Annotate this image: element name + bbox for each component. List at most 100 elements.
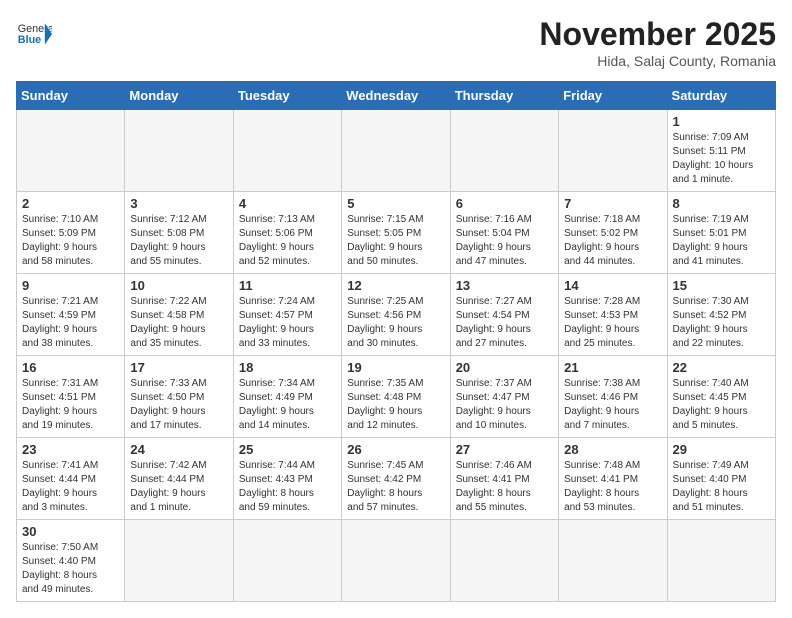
calendar-cell: 7 Sunrise: 7:18 AM Sunset: 5:02 PM Daylig… (559, 192, 667, 274)
svg-text:Blue: Blue (18, 34, 41, 46)
day-number: 9 (22, 278, 119, 293)
calendar-cell: 27 Sunrise: 7:46 AM Sunset: 4:41 PM Dayli… (450, 438, 558, 520)
day-info: Sunrise: 7:19 AM Sunset: 5:01 PM Dayligh… (673, 213, 770, 269)
day-info: Sunrise: 7:34 AM Sunset: 4:49 PM Dayligh… (239, 377, 336, 433)
day-info: Sunrise: 7:28 AM Sunset: 4:53 PM Dayligh… (564, 295, 661, 351)
day-number: 15 (673, 278, 770, 293)
calendar-cell: 14 Sunrise: 7:28 AM Sunset: 4:53 PM Dayli… (559, 274, 667, 356)
calendar-cell: 9 Sunrise: 7:21 AM Sunset: 4:59 PM Daylig… (17, 274, 125, 356)
calendar-week-2: 2 Sunrise: 7:10 AM Sunset: 5:09 PM Daylig… (17, 192, 776, 274)
day-number: 21 (564, 360, 661, 375)
calendar-cell: 17 Sunrise: 7:33 AM Sunset: 4:50 PM Dayli… (125, 356, 233, 438)
calendar-cell: 2 Sunrise: 7:10 AM Sunset: 5:09 PM Daylig… (17, 192, 125, 274)
calendar-cell: 16 Sunrise: 7:31 AM Sunset: 4:51 PM Dayli… (17, 356, 125, 438)
day-info: Sunrise: 7:25 AM Sunset: 4:56 PM Dayligh… (347, 295, 444, 351)
calendar-cell (559, 110, 667, 192)
calendar-cell: 25 Sunrise: 7:44 AM Sunset: 4:43 PM Dayli… (233, 438, 341, 520)
day-info: Sunrise: 7:30 AM Sunset: 4:52 PM Dayligh… (673, 295, 770, 351)
day-info: Sunrise: 7:16 AM Sunset: 5:04 PM Dayligh… (456, 213, 553, 269)
calendar-cell (450, 110, 558, 192)
day-number: 22 (673, 360, 770, 375)
day-info: Sunrise: 7:21 AM Sunset: 4:59 PM Dayligh… (22, 295, 119, 351)
day-number: 30 (22, 524, 119, 539)
calendar-cell (233, 110, 341, 192)
calendar-cell (450, 520, 558, 602)
day-info: Sunrise: 7:42 AM Sunset: 4:44 PM Dayligh… (130, 459, 227, 515)
calendar-cell: 6 Sunrise: 7:16 AM Sunset: 5:04 PM Daylig… (450, 192, 558, 274)
day-number: 8 (673, 196, 770, 211)
day-info: Sunrise: 7:15 AM Sunset: 5:05 PM Dayligh… (347, 213, 444, 269)
day-number: 27 (456, 442, 553, 457)
day-number: 11 (239, 278, 336, 293)
calendar-header: General Blue November 2025 Hida, Salaj C… (16, 16, 776, 69)
calendar-cell (667, 520, 775, 602)
day-info: Sunrise: 7:33 AM Sunset: 4:50 PM Dayligh… (130, 377, 227, 433)
calendar-week-1: 1 Sunrise: 7:09 AM Sunset: 5:11 PM Daylig… (17, 110, 776, 192)
calendar-cell: 11Sunrise: 7:24 AM Sunset: 4:57 PM Dayli… (233, 274, 341, 356)
day-info: Sunrise: 7:45 AM Sunset: 4:42 PM Dayligh… (347, 459, 444, 515)
generalblue-logo-icon: General Blue (16, 16, 52, 52)
day-info: Sunrise: 7:48 AM Sunset: 4:41 PM Dayligh… (564, 459, 661, 515)
logo: General Blue (16, 16, 52, 52)
calendar-cell (17, 110, 125, 192)
calendar-week-4: 16 Sunrise: 7:31 AM Sunset: 4:51 PM Dayli… (17, 356, 776, 438)
calendar-cell: 5 Sunrise: 7:15 AM Sunset: 5:05 PM Daylig… (342, 192, 450, 274)
day-info: Sunrise: 7:18 AM Sunset: 5:02 PM Dayligh… (564, 213, 661, 269)
day-number: 7 (564, 196, 661, 211)
day-info: Sunrise: 7:44 AM Sunset: 4:43 PM Dayligh… (239, 459, 336, 515)
day-number: 13 (456, 278, 553, 293)
day-info: Sunrise: 7:10 AM Sunset: 5:09 PM Dayligh… (22, 213, 119, 269)
calendar-cell: 4 Sunrise: 7:13 AM Sunset: 5:06 PM Daylig… (233, 192, 341, 274)
day-number: 5 (347, 196, 444, 211)
day-number: 12 (347, 278, 444, 293)
day-number: 18 (239, 360, 336, 375)
day-info: Sunrise: 7:37 AM Sunset: 4:47 PM Dayligh… (456, 377, 553, 433)
calendar-cell: 28Sunrise: 7:48 AM Sunset: 4:41 PM Dayli… (559, 438, 667, 520)
calendar-cell: 19Sunrise: 7:35 AM Sunset: 4:48 PM Dayli… (342, 356, 450, 438)
day-info: Sunrise: 7:49 AM Sunset: 4:40 PM Dayligh… (673, 459, 770, 515)
day-info: Sunrise: 7:38 AM Sunset: 4:46 PM Dayligh… (564, 377, 661, 433)
calendar-table: SundayMondayTuesdayWednesdayThursdayFrid… (16, 81, 776, 602)
location-subtitle: Hida, Salaj County, Romania (539, 53, 776, 69)
day-number: 25 (239, 442, 336, 457)
calendar-cell: 23Sunrise: 7:41 AM Sunset: 4:44 PM Dayli… (17, 438, 125, 520)
day-info: Sunrise: 7:09 AM Sunset: 5:11 PM Dayligh… (673, 131, 770, 187)
weekday-header-thursday: Thursday (450, 82, 558, 110)
calendar-cell: 20 Sunrise: 7:37 AM Sunset: 4:47 PM Dayli… (450, 356, 558, 438)
day-number: 14 (564, 278, 661, 293)
day-number: 1 (673, 114, 770, 129)
calendar-week-6: 30Sunrise: 7:50 AM Sunset: 4:40 PM Dayli… (17, 520, 776, 602)
day-number: 20 (456, 360, 553, 375)
calendar-cell (233, 520, 341, 602)
day-number: 16 (22, 360, 119, 375)
calendar-cell: 1 Sunrise: 7:09 AM Sunset: 5:11 PM Daylig… (667, 110, 775, 192)
calendar-cell (125, 520, 233, 602)
day-number: 17 (130, 360, 227, 375)
day-info: Sunrise: 7:40 AM Sunset: 4:45 PM Dayligh… (673, 377, 770, 433)
calendar-cell: 26Sunrise: 7:45 AM Sunset: 4:42 PM Dayli… (342, 438, 450, 520)
day-number: 2 (22, 196, 119, 211)
day-number: 29 (673, 442, 770, 457)
day-info: Sunrise: 7:22 AM Sunset: 4:58 PM Dayligh… (130, 295, 227, 351)
calendar-cell: 30Sunrise: 7:50 AM Sunset: 4:40 PM Dayli… (17, 520, 125, 602)
calendar-cell: 12 Sunrise: 7:25 AM Sunset: 4:56 PM Dayli… (342, 274, 450, 356)
day-info: Sunrise: 7:31 AM Sunset: 4:51 PM Dayligh… (22, 377, 119, 433)
day-info: Sunrise: 7:27 AM Sunset: 4:54 PM Dayligh… (456, 295, 553, 351)
day-number: 3 (130, 196, 227, 211)
day-number: 6 (456, 196, 553, 211)
weekday-header-row: SundayMondayTuesdayWednesdayThursdayFrid… (17, 82, 776, 110)
weekday-header-friday: Friday (559, 82, 667, 110)
weekday-header-saturday: Saturday (667, 82, 775, 110)
day-info: Sunrise: 7:46 AM Sunset: 4:41 PM Dayligh… (456, 459, 553, 515)
day-info: Sunrise: 7:13 AM Sunset: 5:06 PM Dayligh… (239, 213, 336, 269)
calendar-cell: 29 Sunrise: 7:49 AM Sunset: 4:40 PM Dayli… (667, 438, 775, 520)
calendar-cell: 10Sunrise: 7:22 AM Sunset: 4:58 PM Dayli… (125, 274, 233, 356)
day-number: 4 (239, 196, 336, 211)
weekday-header-sunday: Sunday (17, 82, 125, 110)
calendar-cell: 21 Sunrise: 7:38 AM Sunset: 4:46 PM Dayli… (559, 356, 667, 438)
day-number: 24 (130, 442, 227, 457)
day-info: Sunrise: 7:12 AM Sunset: 5:08 PM Dayligh… (130, 213, 227, 269)
calendar-cell: 22 Sunrise: 7:40 AM Sunset: 4:45 PM Dayli… (667, 356, 775, 438)
weekday-header-tuesday: Tuesday (233, 82, 341, 110)
calendar-cell: 8 Sunrise: 7:19 AM Sunset: 5:01 PM Daylig… (667, 192, 775, 274)
